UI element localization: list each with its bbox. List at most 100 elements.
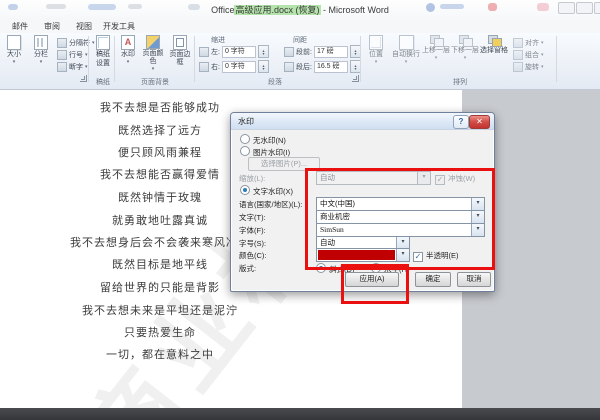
tab-view[interactable]: 视图 (76, 21, 92, 32)
indent-left-stepper[interactable]: ▴ ▾ (257, 45, 269, 58)
tab-developer[interactable]: 开发工具 (103, 21, 135, 32)
radio-icon (240, 134, 250, 144)
title-bar: Office高级应用.docx (恢复) - Microsoft Word (0, 0, 600, 18)
chevron-down-icon: ▾ (12, 59, 16, 65)
rotate-button[interactable]: 旋转 ▾ (513, 62, 544, 72)
manuscript-setup-button[interactable]: 稿纸 设置 (91, 35, 115, 68)
chevron-down-icon: ▾ (404, 59, 408, 65)
spinner-down-icon: ▾ (262, 65, 265, 71)
line-numbers-button[interactable]: 行号 ▾ (57, 50, 88, 60)
taskbar-strip (0, 408, 600, 420)
columns-icon (34, 35, 48, 50)
group-objects-icon (513, 50, 523, 60)
close-icon: ✕ (476, 117, 483, 126)
manuscript-icon (96, 35, 110, 50)
annotation-box-text-watermark-settings (305, 168, 495, 270)
color-label: 颜色(C): (239, 251, 267, 260)
page-borders-icon (173, 35, 187, 50)
watermark-button[interactable]: A 水印 ▾ (117, 35, 139, 65)
spacing-after-icon (284, 61, 294, 72)
spinner-down-icon: ▾ (354, 50, 357, 56)
selection-pane-icon (487, 35, 502, 47)
spacing-after-input[interactable]: 16.5 磅 (313, 60, 348, 73)
wrap-text-button[interactable]: 自动换行 ▾ (391, 35, 421, 65)
align-button[interactable]: 对齐 ▾ (513, 38, 544, 48)
close-window-button[interactable] (594, 2, 600, 14)
position-icon (369, 35, 383, 50)
radio-selected-icon (240, 185, 250, 195)
chevron-down-icon: ▾ (39, 59, 43, 65)
help-icon: ? (458, 117, 464, 126)
page-setup-dialog-launcher-icon[interactable] (80, 75, 87, 82)
radio-icon (240, 146, 250, 156)
radio-text-watermark[interactable]: 文字水印(X) (240, 185, 293, 197)
page-size-icon (7, 35, 21, 50)
dialog-title-bar[interactable]: 水印 ? ✕ (231, 113, 494, 130)
chevron-down-icon: ▾ (374, 59, 378, 65)
indent-right-stepper[interactable]: ▴ ▾ (257, 60, 269, 73)
doc-line: 一切，都在意料之中 (106, 349, 214, 361)
ok-button[interactable]: 确定 (415, 272, 451, 287)
page-borders-button[interactable]: 页面边框 (167, 35, 193, 67)
page-color-icon (146, 35, 160, 49)
wrap-text-icon (398, 35, 414, 50)
bring-forward-button[interactable]: 上移一层 ▾ (422, 35, 450, 61)
page-color-button[interactable]: 页面颜色 ▾ (140, 35, 166, 72)
chevron-down-icon: ▾ (151, 66, 155, 72)
rotate-icon (513, 62, 523, 72)
word-window: Office高级应用.docx (恢复) - Microsoft Word 邮件… (0, 0, 600, 420)
indent-right-input[interactable]: 0 字符 (221, 60, 256, 73)
cancel-button[interactable]: 取消 (457, 272, 491, 287)
text-label: 文字(T): (239, 213, 266, 222)
indent-left-input[interactable]: 0 字符 (221, 45, 256, 58)
indent-right-icon (199, 61, 209, 72)
window-title-highlight: 高级应用.docx (恢复) (234, 5, 321, 15)
font-label: 字体(F): (239, 226, 266, 235)
group-label-page-background: 页面背景 (141, 79, 169, 86)
annotation-box-apply-button (341, 264, 409, 304)
hyphenation-button[interactable]: 断字 ▾ (57, 62, 88, 72)
chevron-down-icon: ▾ (541, 40, 544, 46)
selection-pane-button[interactable]: 选择窗格 (480, 35, 508, 55)
window-title-prefix: Office (211, 5, 235, 15)
spacing-before-icon (284, 46, 294, 57)
group-label-paragraph: 段落 (268, 79, 282, 86)
group-objects-button[interactable]: 组合 ▾ (513, 50, 544, 60)
align-icon (513, 38, 523, 48)
page-size-button[interactable]: 大小 ▾ (2, 35, 26, 65)
indent-header: 缩进 (211, 37, 225, 44)
spacing-header: 间距 (293, 37, 307, 44)
paragraph-dialog-launcher-icon[interactable] (352, 75, 359, 82)
breaks-icon (57, 38, 67, 48)
dialog-close-button[interactable]: ✕ (469, 115, 490, 129)
help-button[interactable]: ? (453, 115, 469, 129)
dialog-title: 水印 (238, 117, 254, 126)
tab-mailings[interactable]: 邮件 (12, 21, 28, 32)
hyphenation-icon (57, 62, 67, 72)
send-backward-icon (458, 35, 473, 47)
size-label: 字号(S): (239, 239, 267, 248)
line-numbers-icon (57, 50, 67, 60)
position-button[interactable]: 位置 ▾ (363, 35, 389, 65)
language-label: 语言(国家/地区)(L): (239, 200, 303, 209)
radio-no-watermark[interactable]: 无水印(N) (240, 134, 286, 146)
spacing-before-row: 段前: 17 磅 ▴ ▾ (284, 45, 361, 58)
chevron-down-icon: ▾ (463, 55, 467, 61)
send-backward-button[interactable]: 下移一层 ▾ (451, 35, 479, 61)
scale-label: 缩放(L): (239, 174, 266, 183)
watermark-icon: A (121, 35, 135, 50)
chevron-down-icon: ▾ (434, 55, 438, 61)
maximize-button[interactable] (576, 2, 593, 14)
spacing-before-input[interactable]: 17 磅 (313, 45, 348, 58)
ribbon: 大小 ▾ 分栏 ▾ 分隔符 ▾ 行号 ▾ 断字 ▾ 稿纸 设置 稿纸 A 水印 ▾ 页… (0, 33, 600, 90)
minimize-button[interactable] (558, 2, 575, 14)
indent-left-icon (199, 46, 209, 57)
chevron-down-icon: ▾ (541, 64, 544, 70)
tab-review[interactable]: 审阅 (44, 21, 60, 32)
indent-left-row: 左: 0 字符 ▴ ▾ (199, 45, 269, 58)
columns-button[interactable]: 分栏 ▾ (29, 35, 53, 65)
spinner-down-icon: ▾ (262, 50, 265, 56)
doc-line: 只要热爱生命 (124, 327, 196, 339)
bring-forward-icon (429, 35, 444, 47)
group-label-arrange: 排列 (453, 79, 467, 86)
